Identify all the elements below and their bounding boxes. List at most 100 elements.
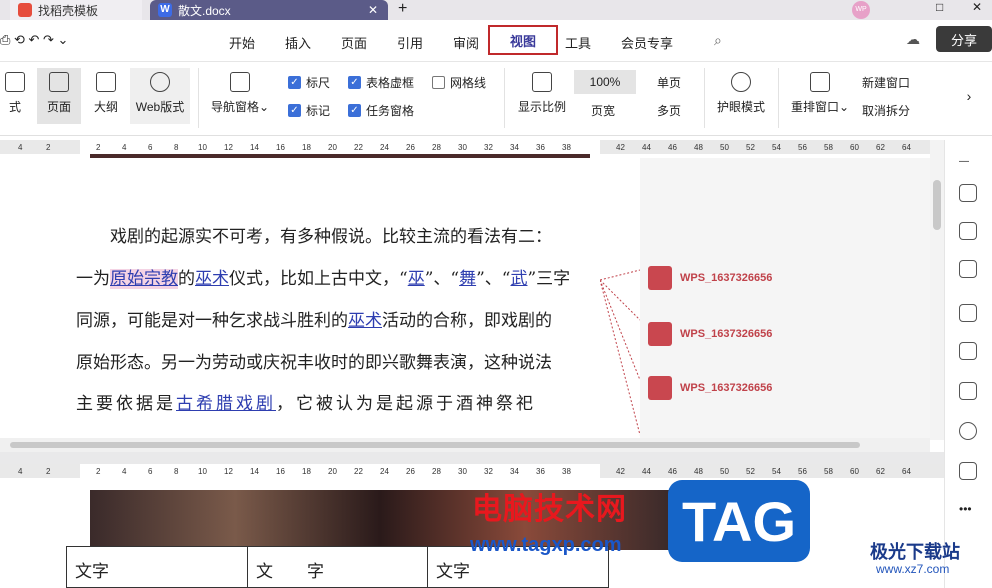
hyperlink[interactable]: 巫术 bbox=[195, 269, 229, 289]
ruler-top-split: 4 2 2 4 6 8 10 12 14 16 18 20 22 24 26 2… bbox=[0, 464, 944, 478]
paragraph-line: 同源，可能是对一种乞求战斗胜利的巫术活动的合称，即戏剧的 bbox=[76, 311, 552, 331]
menu-member[interactable]: 会员专享 bbox=[621, 33, 673, 52]
menu-bar: ⎙ ⟲ ↶ ↷ ⌄ 开始 插入 页面 引用 审阅 视图 工具 会员专享 ⌕ ☁ … bbox=[0, 20, 992, 62]
menu-tools[interactable]: 工具 bbox=[565, 33, 591, 52]
rearrange-window-button[interactable]: 重排窗口⌄ bbox=[788, 72, 852, 115]
help-icon[interactable] bbox=[959, 422, 977, 440]
ruler-top: 4 2 2 4 6 8 10 12 14 16 18 20 22 24 26 2… bbox=[0, 140, 944, 154]
menu-view[interactable]: 视图 bbox=[488, 25, 558, 55]
sign-icon[interactable] bbox=[959, 304, 977, 322]
chevron-right-icon[interactable]: › bbox=[962, 88, 976, 104]
cloud-icon[interactable]: ☁ bbox=[906, 31, 920, 48]
close-icon[interactable]: ✕ bbox=[368, 3, 378, 17]
tab-find-template[interactable]: 找稻壳模板 bbox=[10, 0, 142, 20]
scroll-thumb[interactable] bbox=[933, 180, 941, 230]
menu-start[interactable]: 开始 bbox=[229, 33, 255, 52]
pen-icon bbox=[5, 72, 25, 92]
nav-pane-button[interactable]: 导航窗格⌄ bbox=[208, 72, 272, 115]
scroll-thumb[interactable] bbox=[10, 442, 860, 448]
single-page-button[interactable]: 单页 bbox=[644, 74, 694, 91]
comment-item[interactable]: WPS_1637326656 bbox=[648, 376, 928, 400]
multi-page-button[interactable]: 多页 bbox=[644, 102, 694, 119]
user-icon bbox=[648, 376, 672, 400]
print-icon[interactable]: ⎙ ⟲ ↶ ↷ ⌄ bbox=[0, 32, 68, 48]
tab-bar: 找稻壳模板 W 散文.docx ✕ + WP □ ✕ bbox=[0, 0, 992, 20]
read-mode-button[interactable]: 式 bbox=[0, 72, 30, 115]
cursor-icon[interactable] bbox=[959, 222, 977, 240]
vertical-scrollbar[interactable] bbox=[930, 140, 944, 440]
right-toolbar: — ••• bbox=[944, 140, 992, 588]
table-gridlines-checkbox[interactable]: ✓ 表格虚框 bbox=[348, 74, 414, 91]
more-icon[interactable]: ••• bbox=[959, 502, 977, 520]
divider bbox=[704, 68, 705, 128]
divider bbox=[778, 68, 779, 128]
page-icon bbox=[49, 72, 69, 92]
watermark-logo: TAG bbox=[668, 480, 810, 562]
user-icon bbox=[648, 266, 672, 290]
watermark-text: 电脑技术网 bbox=[472, 493, 627, 526]
paragraph-line: 一为原始宗教的巫术仪式，比如上古中文，“巫”、“舞”、“武”三字 bbox=[76, 269, 571, 289]
menu-reference[interactable]: 引用 bbox=[397, 33, 423, 52]
percent-icon bbox=[532, 72, 552, 92]
close-window-icon[interactable]: ✕ bbox=[972, 0, 982, 14]
eye-icon bbox=[731, 72, 751, 92]
comment-item[interactable]: WPS_1637326656 bbox=[648, 266, 928, 290]
paragraph-line: 戏剧的起源实不可考，有多种假说。比较主流的看法有二： bbox=[110, 227, 552, 247]
hyperlink[interactable]: 古希腊戏剧 bbox=[176, 394, 276, 414]
window-icon bbox=[810, 72, 830, 92]
list-icon bbox=[230, 72, 250, 92]
zoom-100-button[interactable]: 100% bbox=[574, 70, 636, 94]
minus-icon[interactable]: — bbox=[959, 156, 977, 174]
hyperlink[interactable]: 巫 bbox=[408, 269, 425, 289]
divider bbox=[504, 68, 505, 128]
marks-checkbox[interactable]: ✓ 标记 bbox=[288, 102, 330, 119]
web-view-button[interactable]: Web版式 bbox=[130, 68, 190, 124]
hyperlink[interactable]: 舞 bbox=[459, 269, 476, 289]
maximize-icon[interactable]: □ bbox=[936, 0, 943, 14]
new-tab-plus-icon[interactable]: + bbox=[398, 0, 407, 18]
document-page: 戏剧的起源实不可考，有多种假说。比较主流的看法有二： 一为原始宗教的巫术仪式，比… bbox=[0, 158, 640, 438]
tab-document[interactable]: W 散文.docx ✕ bbox=[150, 0, 388, 20]
comment-item[interactable]: WPS_1637326656 bbox=[648, 322, 928, 346]
book-icon[interactable] bbox=[959, 382, 977, 400]
pen-icon[interactable] bbox=[959, 184, 977, 202]
gridlines-checkbox[interactable]: 网格线 bbox=[432, 74, 486, 91]
page-view-button[interactable]: 页面 bbox=[37, 68, 81, 124]
new-window-button[interactable]: 新建窗口 bbox=[862, 74, 934, 91]
cancel-split-button[interactable]: 取消拆分 bbox=[862, 102, 934, 119]
hyperlink[interactable]: 原始宗教 bbox=[110, 269, 178, 289]
ruler-checkbox[interactable]: ✓ 标尺 bbox=[288, 74, 330, 91]
user-icon bbox=[648, 322, 672, 346]
horizontal-scrollbar[interactable] bbox=[0, 438, 930, 452]
eye-protection-button[interactable]: 护眼模式 bbox=[714, 72, 768, 115]
watermark-brand: 极光下载站 bbox=[870, 542, 960, 562]
hyperlink[interactable]: 巫术 bbox=[348, 311, 382, 331]
zoom-scale-button[interactable]: 显示比例 bbox=[514, 72, 570, 115]
watermark-url: www.tagxp.com bbox=[470, 534, 622, 556]
table-cell[interactable]: 文字 bbox=[66, 546, 248, 588]
outline-icon bbox=[96, 72, 116, 92]
menu-review[interactable]: 审阅 bbox=[453, 33, 479, 52]
menu-page[interactable]: 页面 bbox=[341, 33, 367, 52]
avatar[interactable]: WP bbox=[852, 1, 870, 19]
page-width-button[interactable]: 页宽 bbox=[578, 102, 628, 119]
share-button[interactable]: 分享 bbox=[936, 26, 992, 52]
paragraph-line: 主要依据是古希腊戏剧，它被认为是起源于酒神祭祀 bbox=[76, 394, 536, 414]
divider bbox=[198, 68, 199, 128]
globe-icon bbox=[150, 72, 170, 92]
hyperlink[interactable]: 武 bbox=[510, 269, 527, 289]
docer-icon bbox=[18, 3, 32, 17]
task-pane-checkbox[interactable]: ✓ 任务窗格 bbox=[348, 102, 414, 119]
ribbon: 式 页面 大纲 Web版式 导航窗格⌄ ✓ 标尺 ✓ 表格虚框 网格线 ✓ 标记 ✓ 任… bbox=[0, 62, 992, 136]
translate-icon[interactable] bbox=[959, 462, 977, 480]
paragraph-line: 原始形态。另一为劳动或庆祝丰收时的即兴歌舞表演，这种说法 bbox=[76, 353, 552, 373]
watermark-brand-url: www.xz7.com bbox=[876, 562, 950, 576]
word-doc-icon: W bbox=[158, 3, 172, 17]
split-divider[interactable] bbox=[0, 452, 944, 464]
search-icon[interactable]: ⌕ bbox=[714, 32, 722, 49]
settings-sliders-icon[interactable] bbox=[959, 260, 977, 278]
table-cell[interactable]: 文 字 bbox=[247, 546, 428, 588]
menu-insert[interactable]: 插入 bbox=[285, 33, 311, 52]
magic-icon[interactable] bbox=[959, 342, 977, 360]
outline-button[interactable]: 大纲 bbox=[88, 72, 124, 115]
